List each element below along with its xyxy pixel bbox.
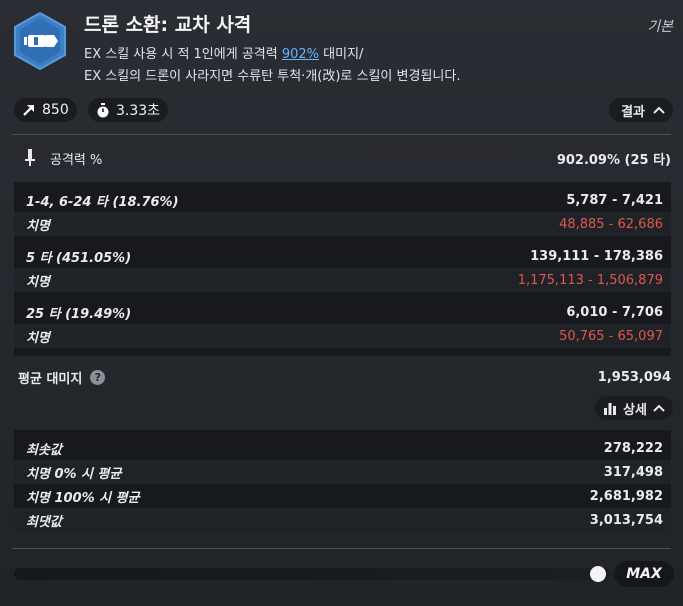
summary-label: 최솟값 [26, 442, 62, 458]
crit-label: 치명 [26, 218, 50, 234]
crit-value: 48,885 - 62,686 [559, 216, 663, 232]
summary-value: 317,498 [603, 464, 663, 480]
level-slider-track[interactable] [14, 568, 610, 580]
hit-label: 1-4, 6-24 타 (18.76%) [26, 194, 179, 210]
stopwatch-icon [97, 102, 109, 117]
result-toggle-button[interactable]: 결과 [609, 98, 673, 122]
summary-label: 치명 100% 시 평균 [26, 490, 140, 506]
cooldown-value: 3.33초 [116, 103, 161, 119]
skill-title: 드론 소환: 교차 사격 [84, 14, 252, 36]
range-stat: 850 [14, 98, 77, 122]
hit-breakdown-table: 1-4, 6-24 타 (18.76%) 5,787 - 7,421 치명 48… [14, 182, 671, 356]
level-slider-thumb[interactable] [590, 566, 606, 582]
average-damage-row: 평균 대미지 ? 1,953,094 [18, 366, 671, 388]
help-icon[interactable]: ? [90, 369, 106, 385]
summary-row: 최댓값 3,013,754 [14, 508, 671, 532]
hit-row: 5 타 (451.05%) 139,111 - 178,386 [14, 244, 671, 268]
range-value: 850 [42, 102, 69, 118]
desc-text: EX 스킬 사용 시 적 1인에게 공격력 [84, 47, 282, 62]
chevron-up-icon [653, 404, 665, 412]
hit-row: 25 타 (19.49%) 6,010 - 7,706 [14, 300, 671, 324]
summary-row: 치명 100% 시 평균 2,681,982 [14, 484, 671, 508]
hit-value: 5,787 - 7,421 [566, 192, 663, 208]
hit-value: 6,010 - 7,706 [566, 304, 663, 320]
drone-skill-icon [14, 11, 66, 71]
hit-value: 139,111 - 178,386 [530, 248, 663, 264]
bar-chart-icon [604, 402, 617, 415]
crit-label: 치명 [26, 274, 50, 290]
detail-label: 상세 [623, 402, 647, 418]
crit-row: 치명 50,765 - 65,097 [14, 324, 671, 348]
detail-toggle-button[interactable]: 상세 [595, 396, 673, 420]
skill-panel: 드론 소환: 교차 사격 기본 EX 스킬 사용 시 적 1인에게 공격력 90… [0, 0, 683, 606]
average-label: 평균 대미지 [18, 371, 83, 387]
desc-text: 대미지/ [319, 47, 364, 62]
sword-icon [25, 149, 35, 166]
crit-value: 1,175,113 - 1,506,879 [517, 272, 663, 288]
damage-summary-table: 최솟값 278,222 치명 0% 시 평균 317,498 치명 100% 시… [14, 430, 671, 532]
range-arrow-icon [23, 105, 34, 116]
crit-label: 치명 [26, 330, 50, 346]
skill-type-tag: 기본 [647, 19, 673, 35]
hit-label: 25 타 (19.49%) [26, 306, 132, 322]
attack-value: 902.09% (25 타) [556, 152, 671, 168]
crit-row: 치명 1,175,113 - 1,506,879 [14, 268, 671, 292]
summary-value: 3,013,754 [589, 512, 663, 528]
crit-value: 50,765 - 65,097 [559, 328, 663, 344]
damage-percent-link[interactable]: 902% [282, 47, 319, 62]
skill-description: EX 스킬 사용 시 적 1인에게 공격력 902% 대미지/ EX 스킬의 드… [84, 44, 664, 88]
result-label: 결과 [621, 104, 645, 120]
attack-label: 공격력 % [50, 152, 103, 168]
summary-row: 치명 0% 시 평균 317,498 [14, 460, 671, 484]
summary-label: 최댓값 [26, 514, 62, 530]
summary-value: 278,222 [603, 440, 663, 456]
attack-row: 공격력 % 902.09% (25 타) [14, 145, 671, 171]
cooldown-stat: 3.33초 [88, 98, 169, 122]
hit-row: 1-4, 6-24 타 (18.76%) 5,787 - 7,421 [14, 188, 671, 212]
crit-row: 치명 48,885 - 62,686 [14, 212, 671, 236]
summary-label: 치명 0% 시 평균 [26, 466, 122, 482]
desc-text: EX 스킬의 드론이 사라지면 수류탄 투척·개(改)로 스킬이 변경됩니다. [84, 69, 461, 84]
average-value: 1,953,094 [597, 369, 671, 385]
max-level-button[interactable]: MAX [614, 561, 674, 587]
chevron-up-icon [653, 106, 665, 114]
divider [12, 134, 671, 135]
hit-label: 5 타 (451.05%) [26, 250, 132, 266]
summary-row: 최솟값 278,222 [14, 436, 671, 460]
divider [12, 548, 671, 549]
summary-value: 2,681,982 [589, 488, 663, 504]
